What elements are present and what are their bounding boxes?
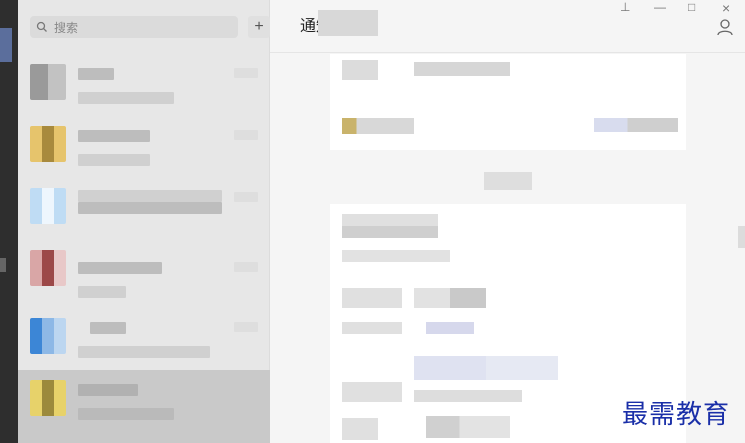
contact-name (78, 262, 162, 274)
blurred-text (426, 416, 510, 438)
contact-name (78, 190, 222, 202)
user-icon[interactable] (716, 18, 734, 36)
contact-name (90, 322, 126, 334)
scrollbar[interactable] (738, 226, 745, 248)
timestamp (234, 262, 258, 272)
timestamp (234, 130, 258, 140)
contact-name (78, 130, 150, 142)
blurred-text (342, 418, 378, 440)
blurred-text (342, 322, 402, 334)
avatar (30, 188, 66, 224)
search-placeholder: 搜索 (54, 20, 79, 35)
chat-panel: 通知 ⊥ — □ × (270, 0, 745, 443)
blurred-text (342, 118, 414, 134)
message-preview (78, 92, 174, 104)
list-item[interactable] (18, 54, 270, 116)
add-button[interactable]: + (248, 16, 270, 38)
list-item[interactable] (18, 308, 270, 370)
blurred-text (342, 382, 402, 402)
avatar (30, 64, 66, 100)
chat-title-blurred (318, 10, 378, 36)
close-button[interactable]: × (722, 0, 730, 16)
list-item-selected[interactable] (18, 370, 270, 443)
chat-header: 通知 ⊥ — □ × (270, 0, 745, 53)
message-preview (78, 346, 210, 358)
avatar (30, 250, 66, 286)
message-preview (78, 408, 174, 420)
pin-button[interactable]: ⊥ (620, 0, 630, 14)
maximize-button[interactable]: □ (688, 0, 695, 14)
list-item[interactable] (18, 116, 270, 178)
timestamp (234, 68, 258, 78)
blurred-text (342, 60, 378, 80)
conversation-list: 搜索 + (18, 0, 270, 443)
message-card[interactable] (330, 54, 686, 150)
message-preview (78, 202, 222, 214)
nav-strip (0, 0, 18, 443)
nav-avatar[interactable] (0, 28, 12, 62)
avatar (30, 318, 66, 354)
message-preview (78, 154, 150, 166)
blurred-text (594, 118, 678, 132)
blurred-text (414, 62, 510, 76)
list-item[interactable] (18, 240, 270, 302)
minimize-button[interactable]: — (654, 0, 666, 14)
blurred-text (342, 226, 438, 238)
watermark-logo: 最需教育 (622, 400, 731, 430)
blurred-text (342, 250, 450, 262)
timestamp (234, 192, 258, 202)
blurred-text (414, 288, 486, 308)
search-input[interactable]: 搜索 (30, 16, 238, 38)
timestamp (234, 322, 258, 332)
time-divider (484, 172, 532, 190)
blurred-text (414, 356, 558, 380)
blurred-text (342, 288, 402, 308)
contact-name (78, 384, 138, 396)
contact-name (78, 68, 114, 80)
message-preview (78, 286, 126, 298)
list-item[interactable] (18, 178, 270, 240)
nav-item[interactable] (0, 258, 6, 272)
avatar (30, 126, 66, 162)
blurred-text (426, 322, 474, 334)
search-icon (36, 21, 47, 32)
blurred-text (414, 390, 522, 402)
avatar (30, 380, 66, 416)
